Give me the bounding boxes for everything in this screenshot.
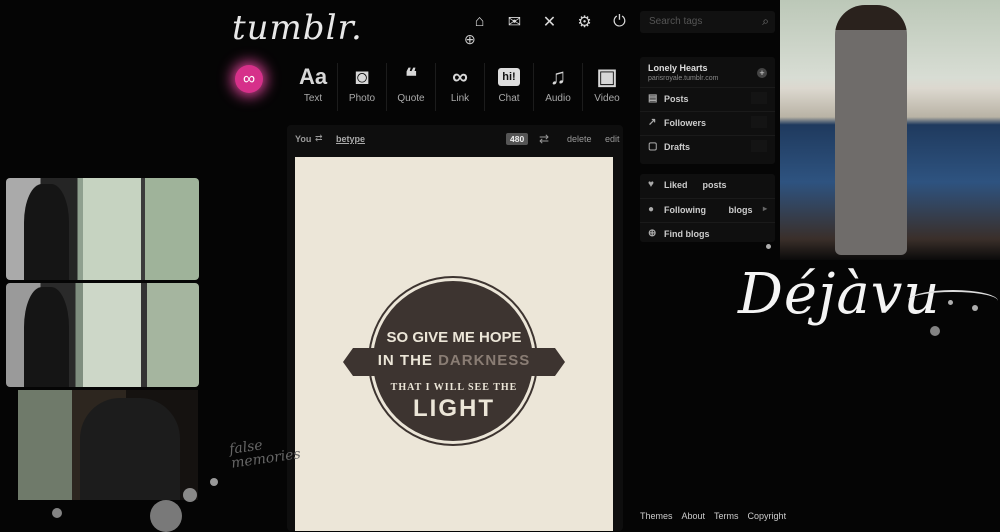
bokeh-dot [930, 326, 940, 336]
count-badge [751, 116, 767, 128]
menu-item-following[interactable]: ● Following blogs ▸ [640, 198, 775, 222]
search-box[interactable]: Search tags ⌕ [640, 11, 775, 33]
quote-line-3: THAT I WILL SEE THE [390, 382, 518, 393]
post-type-label: Link [450, 93, 470, 104]
post-author[interactable]: You [295, 134, 311, 144]
post-type-label: Photo [348, 93, 376, 104]
blog-avatar[interactable]: ∞ [235, 65, 263, 93]
post-type-link-button[interactable]: ∞ Link [436, 63, 485, 111]
activity-icon[interactable]: ✕ [532, 12, 567, 32]
menu-item-liked[interactable]: ♥ Liked posts [640, 174, 775, 197]
gear-icon[interactable]: ⚙ [567, 12, 602, 32]
theme-photo-top [6, 178, 199, 280]
post-type-chat-button[interactable]: hi! Chat [485, 63, 534, 111]
post-header: You ⇄ betype 480 ⇄ delete edit [295, 132, 620, 148]
post-type-label: Audio [545, 93, 571, 104]
bokeh-dot [52, 508, 62, 518]
video-icon: ▣ [596, 64, 618, 89]
blog-url[interactable]: parisroyale.tumblr.com [648, 75, 718, 82]
theme-photo-bottom [18, 390, 198, 500]
menu-item-posts[interactable]: ▤ Posts [640, 87, 775, 111]
footer-link-themes[interactable]: Themes [640, 511, 673, 521]
audio-icon: ♫ [549, 64, 567, 89]
notes-count[interactable]: 480 [506, 133, 529, 145]
bokeh-dot [183, 488, 197, 502]
quote-line-1: SO GIVE ME HOPE [386, 329, 522, 346]
reblog-button[interactable]: ⇄ [539, 132, 549, 146]
theme-figure [835, 5, 907, 255]
menu-item-followers[interactable]: ↗ Followers [640, 111, 775, 135]
menu-item-label: Following blogs [664, 205, 753, 215]
delete-button[interactable]: delete [567, 134, 592, 144]
edit-button[interactable]: edit [605, 134, 620, 144]
post-type-quote-button[interactable]: ❝ Quote [387, 63, 436, 111]
menu-item-drafts[interactable]: ▢ Drafts [640, 135, 775, 159]
post-type-label: Quote [397, 93, 425, 104]
mail-icon[interactable]: ✉ [497, 12, 532, 32]
post-type-label: Video [594, 93, 620, 104]
footer-links: Themes About Terms Copyright [640, 511, 786, 521]
post-image[interactable]: SO GIVE ME HOPE IN THE DARKNESS THAT I W… [295, 157, 613, 531]
link-icon: ∞ [452, 64, 468, 89]
theme-title: Déjàvu [738, 262, 941, 327]
theme-photo-right [780, 0, 1000, 260]
theme-photo-middle [6, 283, 199, 387]
reblog-source-link[interactable]: betype [336, 134, 365, 144]
tumblr-logo[interactable]: tumblr. [232, 8, 363, 48]
menu-item-find[interactable]: ⊕ Find blogs [640, 222, 775, 246]
quote-line-2: IN THE DARKNESS [377, 352, 531, 369]
explore-icon[interactable]: ⊕ [464, 31, 476, 48]
photo-icon: ◙ [355, 64, 369, 89]
menu-item-label: Find blogs [664, 229, 710, 239]
quote-icon: ❝ [405, 64, 417, 89]
menu-item-label: Drafts [664, 142, 691, 152]
chevron-right-icon: ▸ [762, 204, 767, 213]
home-icon[interactable]: ⌂ [462, 12, 497, 32]
power-icon[interactable]: ⏻ [602, 12, 637, 32]
account-menu: ♥ Liked posts ● Following blogs ▸ ⊕ Find blogs [640, 174, 775, 242]
bokeh-dot [972, 305, 978, 311]
bokeh-dot [150, 500, 182, 532]
post-type-audio-button[interactable]: ♫ Audio [534, 63, 583, 111]
document-icon: ▤ [648, 93, 658, 104]
person-icon: ● [648, 204, 655, 215]
post-type-photo-button[interactable]: ◙ Photo [338, 63, 387, 111]
menu-item-label: Followers [664, 118, 707, 128]
bokeh-dot [948, 300, 953, 305]
search-icon[interactable]: ⌕ [762, 14, 769, 29]
chart-icon: ↗ [648, 117, 657, 128]
menu-item-label: Posts [664, 94, 689, 104]
footer-link-about[interactable]: About [682, 511, 706, 521]
heart-icon: ♥ [648, 179, 654, 190]
search-input[interactable]: Search tags [649, 16, 702, 27]
find-icon: ⊕ [648, 228, 657, 239]
dashboard-post: You ⇄ betype 480 ⇄ delete edit SO GIVE M… [287, 125, 623, 531]
post-type-video-button[interactable]: ▣ Video [583, 63, 631, 111]
quote-line-4: LIGHT [413, 395, 495, 422]
bokeh-dot [210, 478, 218, 486]
top-nav: ⌂ ✉ ✕ ⚙ ⏻ [462, 12, 637, 32]
chat-icon: hi! [498, 68, 520, 86]
blog-name[interactable]: Lonely Hearts [648, 63, 708, 73]
footer-link-terms[interactable]: Terms [714, 511, 739, 521]
reblog-icon: ⇄ [315, 133, 323, 143]
draft-icon: ▢ [648, 141, 658, 152]
title-flourish [908, 290, 998, 312]
post-type-bar: Aa Text ◙ Photo ❝ Quote ∞ Link hi! Chat ♫ Audio ▣ Vid… [289, 63, 631, 111]
footer-link-copyright[interactable]: Copyright [748, 511, 787, 521]
count-badge [751, 140, 767, 152]
post-type-label: Chat [498, 93, 520, 104]
post-type-text-button[interactable]: Aa Text [289, 63, 338, 111]
text-icon: Aa [298, 64, 328, 89]
blog-switch-icon[interactable]: + [757, 68, 767, 78]
post-type-label: Text [303, 93, 323, 104]
menu-item-label: Liked posts [664, 180, 727, 190]
count-badge [751, 92, 767, 104]
blog-menu: Lonely Hearts parisroyale.tumblr.com + ▤… [640, 57, 775, 164]
bokeh-dot [766, 244, 771, 249]
